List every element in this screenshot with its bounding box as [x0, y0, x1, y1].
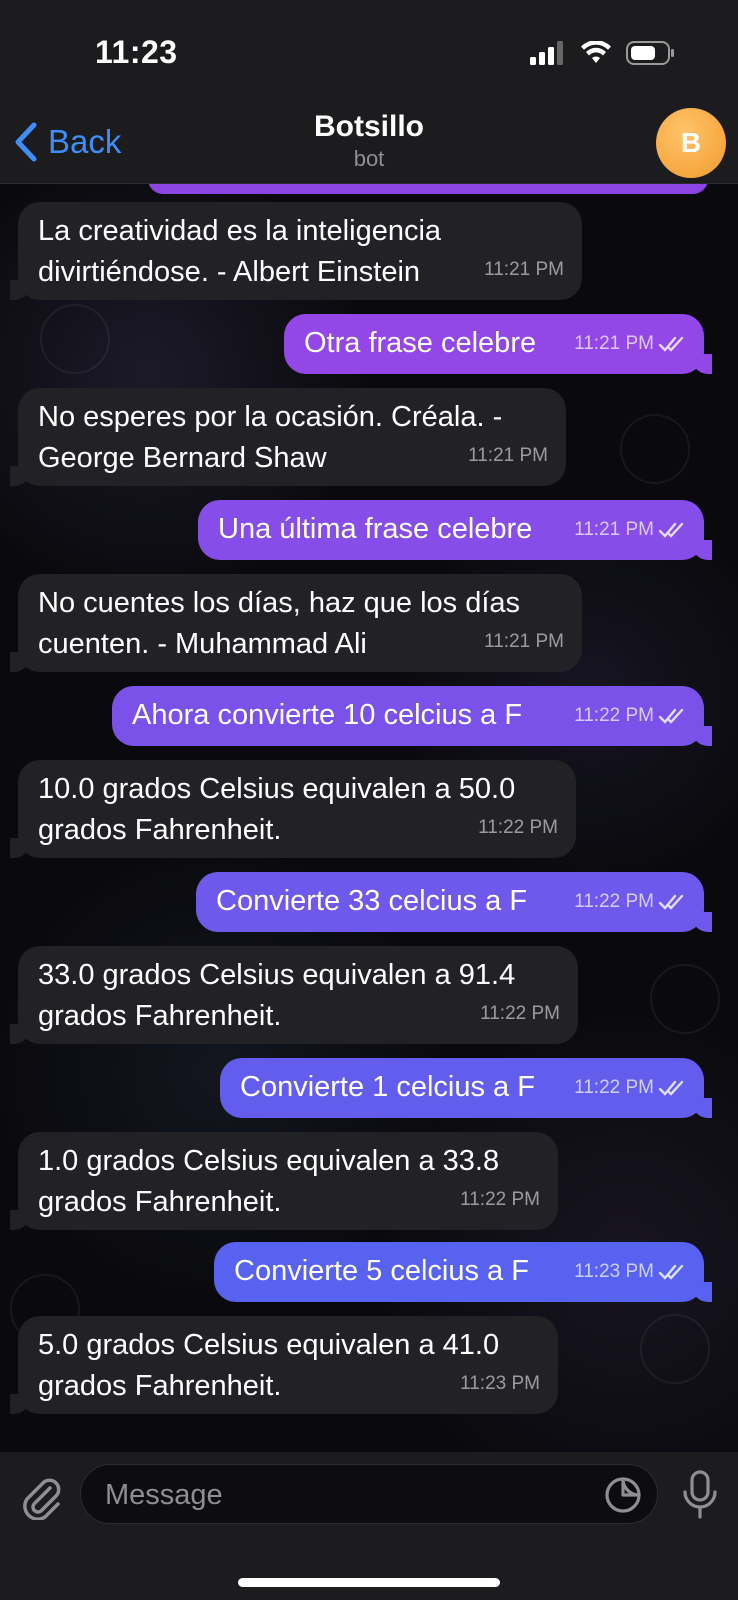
- message-time: 11:23 PM: [574, 1261, 654, 1282]
- message-bubble-outgoing[interactable]: Convierte 33 celcius a F 11:22 PM: [196, 872, 712, 932]
- message-text-line: 5.0 grados Celsius equivalen a 41.0: [38, 1329, 500, 1361]
- message-text-line: 1.0 grados Celsius equivalen a 33.8: [38, 1145, 500, 1177]
- chat-area[interactable]: La creatividad es la inteligencia divirti…: [0, 184, 738, 1452]
- message-time: 11:21 PM: [574, 519, 654, 540]
- status-time: 11:23: [95, 34, 178, 70]
- message-time: 11:23 PM: [460, 1373, 540, 1394]
- bubble-tail: [692, 354, 712, 374]
- message-meta: 11:21 PM: [574, 509, 686, 550]
- message-time: 11:21 PM: [484, 259, 564, 280]
- message-text-line: No esperes por la ocasión. Créala. -: [38, 401, 503, 433]
- double-check-icon: [658, 708, 684, 724]
- message-text-line: 33.0 grados Celsius equivalen a 91.4: [38, 959, 516, 991]
- bubble-tail: [10, 1394, 30, 1414]
- bubble-tail: [10, 466, 30, 486]
- message-bubble-outgoing[interactable]: Convierte 1 celcius a F 11:22 PM: [220, 1058, 712, 1118]
- bubble-tail: [692, 726, 712, 746]
- message-meta: 11:21 PM: [484, 249, 564, 290]
- message-bubble-incoming[interactable]: 10.0 grados Celsius equivalen a 50.0 grad…: [10, 760, 576, 858]
- status-bar: 11:23: [0, 0, 738, 104]
- chat-title: Botsillo: [314, 110, 424, 143]
- message-meta: 11:22 PM: [574, 695, 686, 736]
- background-doodle: [640, 1314, 710, 1384]
- battery-icon: [626, 41, 674, 65]
- message-meta: 11:22 PM: [478, 807, 558, 848]
- bubble-tail: [10, 280, 30, 300]
- message-input[interactable]: Message: [80, 1464, 658, 1524]
- message-time: 11:22 PM: [478, 817, 558, 838]
- message-meta: 11:23 PM: [574, 1251, 686, 1292]
- message-bubble-outgoing-partial[interactable]: [148, 184, 708, 194]
- message-bubble-incoming[interactable]: 5.0 grados Celsius equivalen a 41.0 grado…: [10, 1316, 558, 1414]
- double-check-icon: [658, 894, 684, 910]
- message-meta: 11:23 PM: [460, 1363, 540, 1404]
- message-time: 11:22 PM: [460, 1189, 540, 1210]
- bubble-tail: [10, 652, 30, 672]
- sticker-button[interactable]: [603, 1475, 643, 1515]
- sticker-icon: [605, 1477, 641, 1513]
- paperclip-icon: [23, 1478, 61, 1521]
- message-bubble-outgoing[interactable]: Una última frase celebre 11:21 PM: [198, 500, 712, 560]
- bubble-tail: [692, 912, 712, 932]
- double-check-icon: [658, 522, 684, 538]
- message-meta: 11:21 PM: [468, 435, 548, 476]
- message-placeholder: Message: [105, 1479, 223, 1511]
- message-time: 11:21 PM: [484, 631, 564, 652]
- message-bubble-outgoing[interactable]: Otra frase celebre 11:21 PM: [284, 314, 712, 374]
- home-indicator: [238, 1578, 500, 1587]
- background-doodle: [40, 304, 110, 374]
- signal-icon: [530, 41, 563, 65]
- bubble-tail: [10, 1024, 30, 1044]
- message-meta: 11:22 PM: [460, 1179, 540, 1220]
- message-text-line: 10.0 grados Celsius equivalen a 50.0: [38, 773, 516, 805]
- message-meta: 11:22 PM: [574, 1067, 686, 1108]
- attach-button[interactable]: [18, 1474, 64, 1521]
- bubble-tail: [692, 1098, 712, 1118]
- message-bubble-outgoing[interactable]: Ahora convierte 10 celcius a F 11:22 PM: [112, 686, 712, 746]
- message-bubble-incoming[interactable]: No cuentes los días, haz que los días cue…: [10, 574, 582, 672]
- double-check-icon: [658, 1080, 684, 1096]
- double-check-icon: [658, 1264, 684, 1280]
- message-time: 11:21 PM: [574, 333, 654, 354]
- message-time: 11:22 PM: [480, 1003, 560, 1024]
- message-bubble-incoming[interactable]: 33.0 grados Celsius equivalen a 91.4 grad…: [10, 946, 578, 1044]
- message-time: 11:22 PM: [574, 705, 654, 726]
- bubble-tail: [692, 540, 712, 560]
- message-bubble-incoming[interactable]: La creatividad es la inteligencia divirti…: [10, 202, 582, 300]
- wifi-icon: [581, 41, 611, 63]
- message-time: 11:21 PM: [468, 445, 548, 466]
- double-check-icon: [658, 336, 684, 352]
- background-doodle: [620, 414, 690, 484]
- message-meta: 11:22 PM: [480, 993, 560, 1034]
- bubble-tail: [10, 838, 30, 858]
- bubble-tail: [10, 1210, 30, 1230]
- message-bubble-incoming[interactable]: No esperes por la ocasión. Créala. - Geor…: [10, 388, 566, 486]
- message-bubble-outgoing[interactable]: Convierte 5 celcius a F 11:23 PM: [214, 1242, 712, 1302]
- message-text-line: La creatividad es la inteligencia: [38, 215, 442, 247]
- message-time: 11:22 PM: [574, 891, 654, 912]
- background-doodle: [650, 964, 720, 1034]
- message-text-line: No cuentes los días, haz que los días: [38, 587, 521, 619]
- message-meta: 11:22 PM: [574, 881, 686, 922]
- microphone-button[interactable]: [680, 1470, 720, 1520]
- message-meta: 11:21 PM: [484, 621, 564, 662]
- chat-title-block[interactable]: Botsillo bot: [0, 110, 738, 172]
- composer-bar: Message: [0, 1452, 738, 1600]
- microphone-icon: [683, 1470, 717, 1519]
- chat-subtitle: bot: [353, 146, 385, 171]
- message-bubble-incoming[interactable]: 1.0 grados Celsius equivalen a 33.8 grado…: [10, 1132, 558, 1230]
- avatar[interactable]: B: [656, 108, 726, 178]
- message-meta: 11:21 PM: [574, 323, 686, 364]
- chat-header: Back Botsillo bot B: [0, 104, 738, 184]
- bubble-tail: [692, 1282, 712, 1302]
- status-icons: [530, 40, 676, 66]
- message-time: 11:22 PM: [574, 1077, 654, 1098]
